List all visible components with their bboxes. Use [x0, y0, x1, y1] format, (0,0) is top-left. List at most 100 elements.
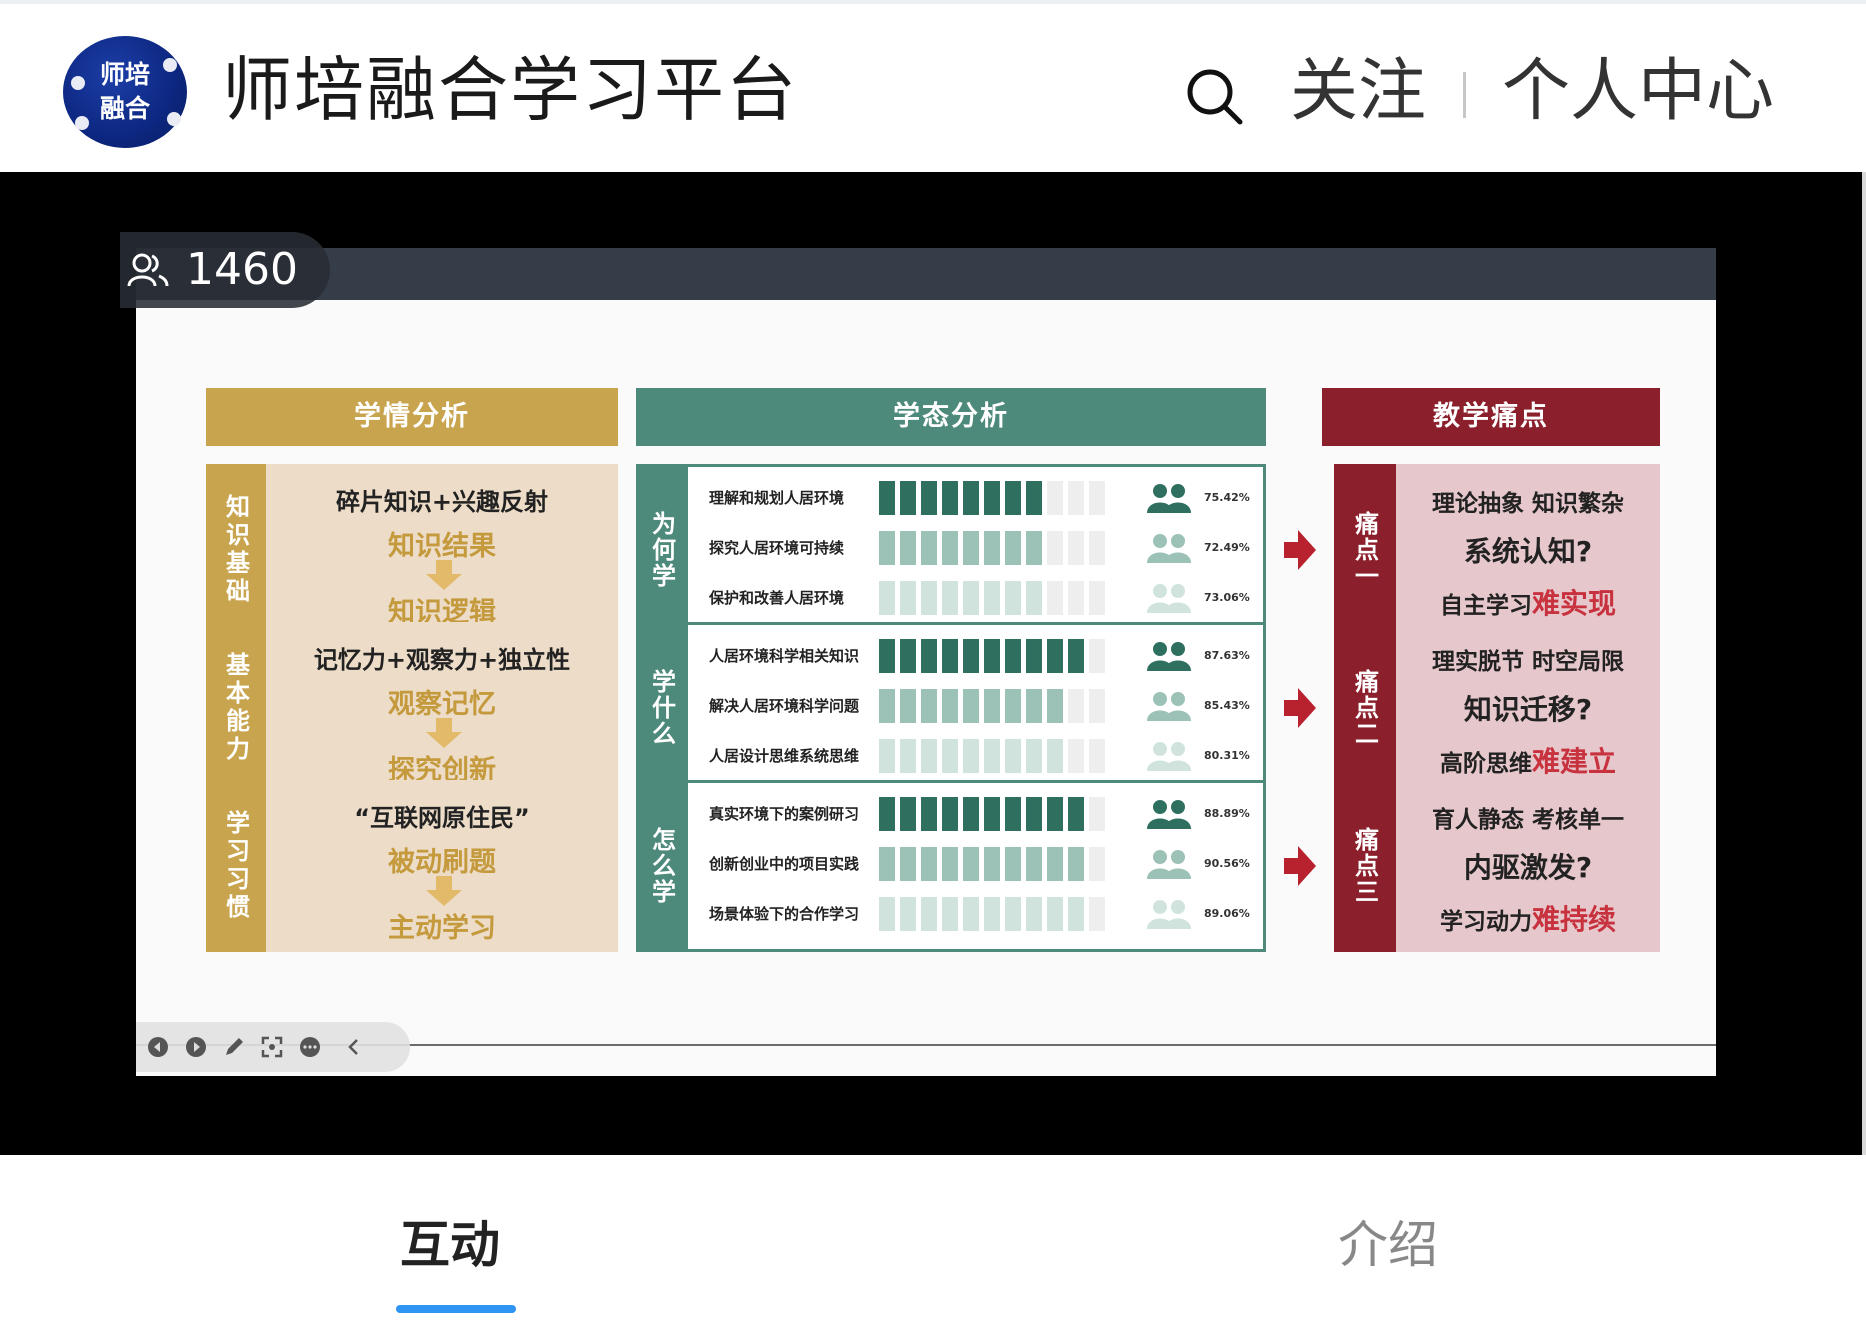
tab-interaction[interactable]: 互动 [400, 1215, 500, 1275]
bar-segment [921, 581, 937, 615]
state-item-label: 解决人居环境科学问题 [709, 697, 860, 715]
people-icon [1147, 584, 1191, 613]
state-category: 为何学 [636, 464, 688, 636]
bar-segment [1026, 531, 1042, 565]
state-bar [879, 847, 1110, 881]
state-bar [879, 581, 1110, 615]
bar-segment [1089, 531, 1105, 565]
bar-segment [963, 531, 979, 565]
more-icon[interactable] [298, 1035, 322, 1059]
bar-segment [879, 639, 895, 673]
header-state: 学态分析 [636, 388, 1266, 446]
bar-segment [1047, 689, 1063, 723]
bar-segment [1068, 531, 1084, 565]
viewer-count: 1460 [186, 244, 298, 295]
pain-line1: 理实脱节 时空局限 [1431, 649, 1624, 675]
state-item: 真实环境下的案例研习 88.89% [699, 797, 1259, 831]
analysis-line2: 被动刷题 [388, 847, 496, 878]
state-bar [879, 797, 1110, 831]
bar-segment [921, 847, 937, 881]
state-item-percent: 87.63% [1204, 649, 1250, 662]
state-item: 理解和规划人居环境 75.42% [699, 481, 1259, 515]
state-bar [879, 739, 1110, 773]
bar-segment [1089, 739, 1105, 773]
pain-line1: 理论抽象 知识繁杂 [1431, 491, 1624, 517]
pain-line3: 高阶思维难建立 [1396, 740, 1660, 780]
state-item-label: 理解和规划人居环境 [709, 489, 845, 507]
bar-segment [942, 531, 958, 565]
state-item-label: 保护和改善人居环境 [709, 589, 845, 607]
next-icon[interactable] [184, 1035, 208, 1059]
bar-segment [963, 897, 979, 931]
analysis-line1: 记忆力+观察力+独立性 [313, 646, 571, 674]
bar-segment [1005, 897, 1021, 931]
bar-segment [984, 847, 1000, 881]
viewers-icon [127, 253, 169, 287]
pain-line3: 学习动力难持续 [1396, 898, 1660, 938]
pain-line3-text: 自主学习 [1439, 593, 1532, 619]
bar-segment [942, 739, 958, 773]
collapse-icon[interactable] [342, 1035, 366, 1059]
prev-icon[interactable] [146, 1035, 170, 1059]
state-item-percent: 80.31% [1204, 749, 1250, 762]
bar-segment [900, 847, 916, 881]
profile-link[interactable]: 个人中心 [1502, 50, 1774, 134]
state-item-label: 人居环境科学相关知识 [709, 647, 860, 665]
bar-segment [1026, 897, 1042, 931]
pen-icon[interactable] [222, 1035, 246, 1059]
analysis-card: 知识基础 碎片知识+兴趣反射 知识结果 知识逻辑 [206, 464, 618, 636]
down-arrow-icon [426, 876, 462, 906]
slide-toolbar [136, 1022, 410, 1072]
follow-link[interactable]: 关注 [1290, 50, 1426, 134]
pain-line3: 自主学习难实现 [1396, 582, 1660, 622]
people-icon [1147, 484, 1191, 513]
bar-segment [984, 531, 1000, 565]
bar-segment [900, 689, 916, 723]
pain-label: 痛点二 [1334, 622, 1396, 794]
bar-segment [1068, 689, 1084, 723]
bar-segment [984, 581, 1000, 615]
state-category: 怎么学 [636, 780, 688, 952]
bar-segment [1068, 897, 1084, 931]
people-icon [1147, 534, 1191, 563]
slide-top-band [136, 248, 1716, 300]
state-item: 探究人居环境可持续 72.49% [699, 531, 1259, 565]
bar-segment [900, 797, 916, 831]
state-bar [879, 481, 1110, 515]
state-item-label: 人居设计思维系统思维 [709, 747, 860, 765]
fullscreen-icon[interactable] [260, 1035, 284, 1059]
bar-segment [1026, 639, 1042, 673]
pain-line3-highlight: 难持续 [1531, 903, 1616, 936]
state-item-label: 真实环境下的案例研习 [709, 805, 860, 823]
bar-segment [1047, 797, 1063, 831]
state-item-percent: 75.42% [1204, 491, 1250, 504]
bar-segment [984, 639, 1000, 673]
bar-segment [984, 797, 1000, 831]
bar-segment [879, 847, 895, 881]
bar-segment [984, 897, 1000, 931]
state-card: 怎么学 真实环境下的案例研习 88.89% 创新创业中的项目实践 90.56% 场景体… [636, 780, 1266, 952]
bar-segment [963, 739, 979, 773]
bar-segment [1089, 481, 1105, 515]
bar-segment [879, 531, 895, 565]
state-bar [879, 689, 1110, 723]
app-logo[interactable]: 师培 融合 [63, 36, 187, 148]
bar-segment [942, 897, 958, 931]
bar-segment [942, 689, 958, 723]
bar-segment [1047, 739, 1063, 773]
analysis-card: 学习习惯 “互联网原住民” 被动刷题 主动学习 [206, 780, 618, 952]
state-item: 人居环境科学相关知识 87.63% [699, 639, 1259, 673]
state-card: 为何学 理解和规划人居环境 75.42% 探究人居环境可持续 72.49% 保护和改善… [636, 464, 1266, 636]
live-player[interactable]: 学情分析 学态分析 教学痛点 知识基础 碎片知识+兴趣反射 知识结果 知识逻辑 为何学理… [0, 172, 1866, 1155]
bar-segment [1026, 581, 1042, 615]
analysis-category: 学习习惯 [206, 780, 266, 952]
state-item-percent: 89.06% [1204, 907, 1250, 920]
search-icon[interactable] [1184, 66, 1244, 126]
bar-segment [1068, 847, 1084, 881]
bar-segment [963, 689, 979, 723]
bar-segment [900, 639, 916, 673]
tab-intro[interactable]: 介绍 [1338, 1215, 1438, 1275]
bar-segment [1068, 639, 1084, 673]
bar-segment [900, 739, 916, 773]
bar-segment [1005, 739, 1021, 773]
